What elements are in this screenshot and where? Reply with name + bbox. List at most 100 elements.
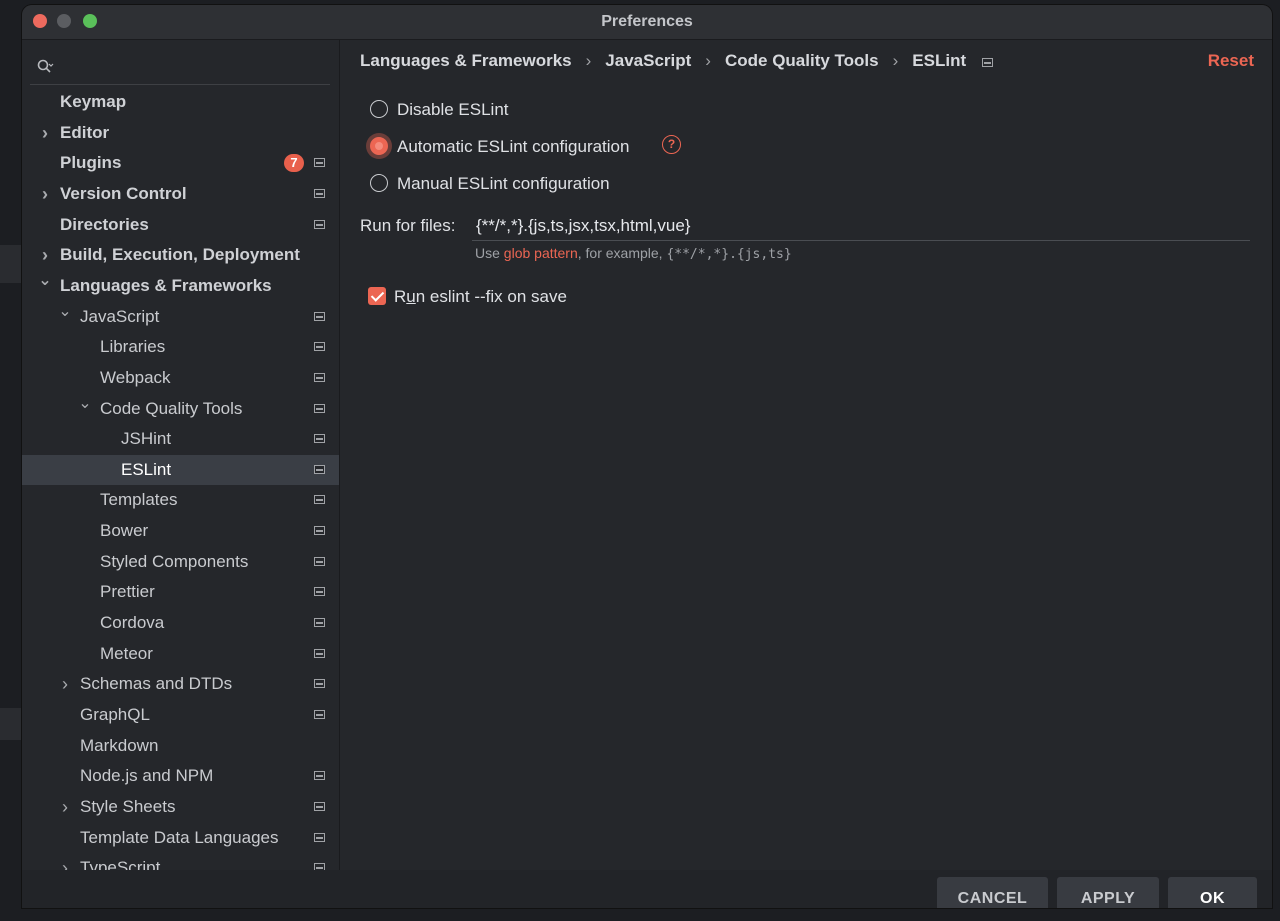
project-level-icon xyxy=(314,710,325,719)
project-level-icon xyxy=(314,771,325,780)
breadcrumb-item[interactable]: JavaScript xyxy=(605,50,691,72)
project-level-icon xyxy=(314,312,325,321)
ok-button[interactable]: OK xyxy=(1168,877,1257,908)
sidebar-item-label: Node.js and NPM xyxy=(80,766,214,785)
project-level-icon xyxy=(314,863,325,870)
radio-label: Disable ESLint xyxy=(397,100,509,119)
sidebar-item-label: Code Quality Tools xyxy=(100,399,243,418)
sidebar-item-label: JSHint xyxy=(121,429,172,448)
project-level-icon xyxy=(314,373,325,382)
radio-label: Automatic ESLint configuration xyxy=(397,137,630,156)
radio-button[interactable] xyxy=(370,174,388,192)
project-level-icon xyxy=(314,404,325,413)
sidebar-item[interactable]: Markdown xyxy=(22,731,339,761)
sidebar-item-label: Template Data Languages xyxy=(80,828,279,847)
sidebar-item-label: ESLint xyxy=(121,460,172,479)
sidebar-item[interactable]: Cordova xyxy=(22,608,339,638)
sidebar-item[interactable]: Plugins 7 xyxy=(22,148,339,178)
chevron-right-icon[interactable]: › xyxy=(38,118,52,148)
sidebar-item-label: Schemas and DTDs xyxy=(80,674,233,693)
sidebar-item[interactable]: Prettier xyxy=(22,577,339,607)
sidebar-item-label: Keymap xyxy=(60,92,127,111)
sidebar-item[interactable]: Templates xyxy=(22,485,339,515)
project-level-icon xyxy=(314,802,325,811)
sidebar-item[interactable]: › Style Sheets xyxy=(22,792,339,822)
chevron-right-icon[interactable]: › xyxy=(58,792,72,822)
label-part: n eslint --fix on save xyxy=(415,287,567,306)
project-level-icon xyxy=(314,342,325,351)
breadcrumb-item[interactable]: Languages & Frameworks xyxy=(360,50,572,72)
fix-on-save-label: Run eslint --fix on save xyxy=(394,285,567,309)
sidebar-item[interactable]: JSHint xyxy=(22,424,339,454)
glob-pattern-link[interactable]: glob pattern xyxy=(504,245,578,261)
sidebar-item-label: Markdown xyxy=(80,736,159,755)
project-level-icon xyxy=(314,220,325,229)
project-level-icon xyxy=(314,587,325,596)
sidebar-item[interactable]: ESLint xyxy=(22,455,339,485)
preferences-window: Preferences Keymap › Editor Plugins 7 › Versio… xyxy=(22,5,1272,908)
sidebar-item[interactable]: Template Data Languages xyxy=(22,823,339,853)
background-app-strip xyxy=(0,245,22,283)
cancel-button[interactable]: CANCEL xyxy=(937,877,1048,908)
sidebar-item-label: Editor xyxy=(60,123,110,142)
chevron-right-icon: › xyxy=(892,51,899,70)
sidebar-item[interactable]: › Build, Execution, Deployment xyxy=(22,240,339,270)
breadcrumb: Languages & Frameworks › JavaScript › Code Q… xyxy=(360,50,994,72)
eslint-settings-panel: Languages & Frameworks › JavaScript › Code Q… xyxy=(340,40,1272,870)
settings-search[interactable] xyxy=(30,50,330,85)
project-level-icon xyxy=(314,649,325,658)
hint-text: , for example, xyxy=(577,245,667,261)
chevron-right-icon[interactable]: › xyxy=(58,853,72,870)
project-level-icon xyxy=(314,618,325,627)
sidebar-item[interactable]: Node.js and NPM xyxy=(22,761,339,791)
sidebar-item[interactable]: Meteor xyxy=(22,639,339,669)
sidebar-item[interactable]: Bower xyxy=(22,516,339,546)
chevron-down-icon[interactable]: ⌄ xyxy=(38,266,52,296)
sidebar-item[interactable]: Libraries xyxy=(22,332,339,362)
mnemonic-letter: u xyxy=(406,287,416,306)
radio-button-selected[interactable] xyxy=(370,137,388,155)
hint-text: Use xyxy=(475,245,504,261)
fix-on-save-checkbox[interactable] xyxy=(368,287,386,305)
chevron-right-icon[interactable]: › xyxy=(38,179,52,209)
apply-button[interactable]: APPLY xyxy=(1057,877,1159,908)
project-level-icon xyxy=(314,434,325,443)
sidebar-item[interactable]: › Version Control xyxy=(22,179,339,209)
sidebar-item[interactable]: › Schemas and DTDs xyxy=(22,669,339,699)
sidebar-item-label: Styled Components xyxy=(100,552,249,571)
chevron-down-icon[interactable]: ⌄ xyxy=(78,389,92,419)
sidebar-item-label: TypeScript xyxy=(80,858,161,870)
sidebar-item[interactable]: ⌄ JavaScript xyxy=(22,302,339,332)
breadcrumb-item[interactable]: Code Quality Tools xyxy=(725,50,879,72)
sidebar-item[interactable]: GraphQL xyxy=(22,700,339,730)
help-icon[interactable]: ? xyxy=(662,135,681,154)
search-icon xyxy=(37,59,54,73)
sidebar-item[interactable]: Webpack xyxy=(22,363,339,393)
sidebar-item[interactable]: Directories xyxy=(22,210,339,240)
sidebar-item[interactable]: Keymap xyxy=(22,87,339,117)
chevron-right-icon[interactable]: › xyxy=(58,669,72,699)
run-for-files-input[interactable] xyxy=(472,211,1250,241)
run-for-files-label: Run for files: xyxy=(360,216,456,235)
sidebar-item-label: Libraries xyxy=(100,337,166,356)
glob-hint: Use glob pattern, for example, {**/*,*}.… xyxy=(475,245,792,262)
sidebar-item[interactable]: Styled Components xyxy=(22,547,339,577)
sidebar-item[interactable]: › TypeScript xyxy=(22,853,339,870)
window-title: Preferences xyxy=(601,13,693,30)
sidebar-item-label: Version Control xyxy=(60,184,187,203)
sidebar-item-label: Webpack xyxy=(100,368,171,387)
radio-button[interactable] xyxy=(370,100,388,118)
chevron-right-icon: › xyxy=(705,51,711,70)
chevron-down-icon[interactable]: ⌄ xyxy=(58,297,72,327)
project-level-icon xyxy=(314,557,325,566)
settings-sidebar: Keymap › Editor Plugins 7 › Version Control Dir… xyxy=(22,40,339,870)
reset-link[interactable]: Reset xyxy=(1208,50,1254,72)
radio-label: Manual ESLint configuration xyxy=(397,174,610,193)
sidebar-item[interactable]: › Editor xyxy=(22,118,339,148)
project-level-icon xyxy=(314,833,325,842)
sidebar-item[interactable]: ⌄ Code Quality Tools xyxy=(22,394,339,424)
project-level-icon xyxy=(314,526,325,535)
title-bar: Preferences xyxy=(22,5,1272,40)
chevron-right-icon: › xyxy=(585,51,592,70)
hint-example: {**/*,*}.{js,ts} xyxy=(666,247,792,262)
